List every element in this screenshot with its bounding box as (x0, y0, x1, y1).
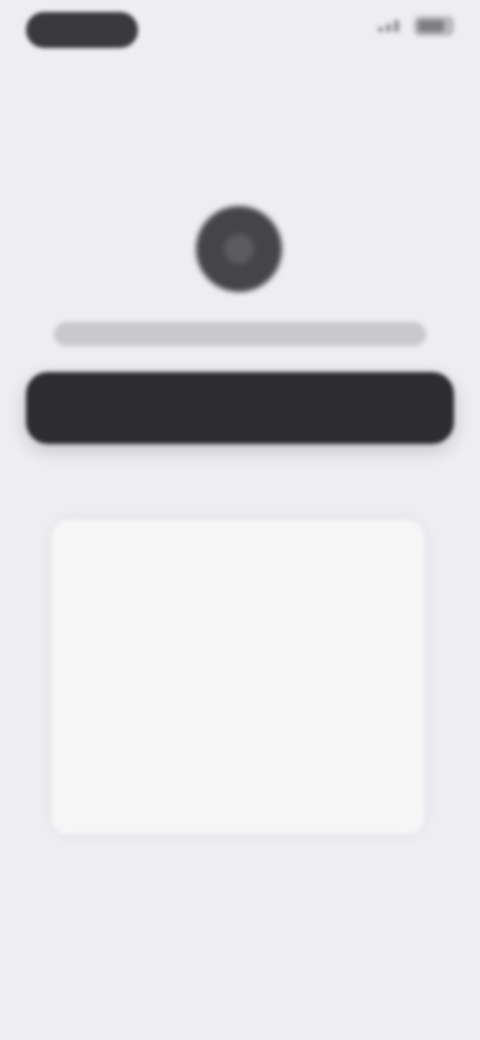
status-time-pill (26, 12, 138, 48)
avatar (196, 206, 282, 292)
signal-icon (378, 20, 408, 32)
profile-title (54, 322, 426, 346)
avatar-icon (224, 234, 254, 264)
primary-action-button[interactable] (26, 372, 454, 444)
content-card (52, 520, 424, 834)
status-bar (0, 0, 480, 64)
status-indicators (378, 16, 454, 36)
battery-icon (414, 16, 454, 36)
